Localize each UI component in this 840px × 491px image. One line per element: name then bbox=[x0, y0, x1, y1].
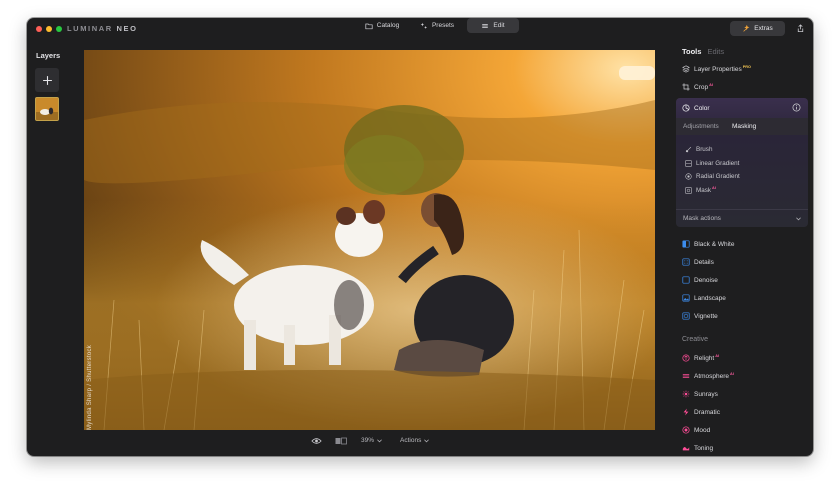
creative-section-label: Creative bbox=[682, 336, 709, 343]
minimize-window-button[interactable] bbox=[46, 26, 52, 32]
preview-toggle-button[interactable] bbox=[311, 437, 322, 445]
zoom-dropdown[interactable]: 39% bbox=[361, 437, 382, 444]
split-view-icon bbox=[335, 437, 347, 445]
color-subtabs: Adjustments Masking bbox=[676, 118, 808, 135]
layer-thumbnail-image bbox=[36, 98, 58, 120]
mask-linear-gradient[interactable]: Linear Gradient bbox=[685, 158, 739, 169]
photo-credit: Mylinda Sharp / Shutterstock bbox=[87, 344, 93, 430]
mood-icon bbox=[682, 426, 690, 434]
vignette-icon bbox=[682, 312, 690, 320]
layer-thumbnail[interactable] bbox=[35, 97, 59, 121]
toning-icon bbox=[682, 446, 690, 451]
chevron-down-icon bbox=[377, 438, 382, 442]
tool-crop[interactable]: CropAI bbox=[682, 81, 713, 93]
mask-icon bbox=[685, 187, 692, 194]
photo-canvas[interactable]: Mylinda Sharp / Shutterstock bbox=[84, 50, 655, 430]
subtab-masking[interactable]: Masking bbox=[732, 123, 756, 130]
brush-icon bbox=[685, 146, 692, 153]
atmosphere-icon bbox=[682, 374, 690, 378]
chevron-down-icon bbox=[424, 438, 430, 442]
sliders-icon bbox=[482, 23, 489, 28]
tool-landscape[interactable]: Landscape bbox=[682, 292, 726, 304]
mask-actions-dropdown[interactable]: Mask actions bbox=[676, 209, 808, 227]
add-layer-button[interactable] bbox=[35, 68, 59, 92]
share-button[interactable] bbox=[794, 22, 806, 34]
plus-icon bbox=[42, 75, 52, 85]
tab-edits[interactable]: Edits bbox=[707, 47, 724, 56]
app-window: LUMINAR NEO Catalog Presets Edit Extras … bbox=[27, 18, 813, 456]
share-icon bbox=[797, 23, 803, 32]
radial-gradient-icon bbox=[685, 173, 692, 180]
black-white-icon bbox=[682, 240, 690, 248]
dramatic-icon bbox=[683, 408, 689, 416]
denoise-icon bbox=[682, 276, 690, 284]
tab-presets[interactable]: Presets bbox=[415, 18, 459, 33]
canvas-toolbar: 39% Actions bbox=[84, 434, 655, 450]
extras-icon bbox=[743, 24, 750, 32]
tool-black-white[interactable]: Black & White bbox=[682, 238, 734, 250]
chevron-down-icon bbox=[796, 216, 801, 220]
tool-vignette[interactable]: Vignette bbox=[682, 310, 718, 322]
subtab-adjustments[interactable]: Adjustments bbox=[683, 123, 719, 130]
title-bar: LUMINAR NEO Catalog Presets Edit Extras bbox=[27, 18, 813, 40]
tool-details[interactable]: Details bbox=[682, 256, 714, 268]
tab-catalog[interactable]: Catalog bbox=[360, 18, 404, 33]
tool-sunrays[interactable]: Sunrays bbox=[682, 388, 718, 400]
tab-edit[interactable]: Edit bbox=[467, 18, 519, 33]
color-icon bbox=[682, 104, 690, 112]
mask-brush[interactable]: Brush bbox=[685, 144, 712, 155]
tool-atmosphere[interactable]: AtmosphereAI bbox=[682, 370, 734, 382]
tool-toning[interactable]: Toning bbox=[682, 442, 713, 454]
layers-title: Layers bbox=[36, 51, 61, 60]
zoom-window-button[interactable] bbox=[56, 26, 62, 32]
info-icon[interactable] bbox=[792, 103, 801, 112]
color-tool-header[interactable]: Color bbox=[682, 102, 710, 114]
folder-icon bbox=[365, 23, 373, 29]
compare-view-button[interactable] bbox=[335, 437, 347, 445]
tab-tools[interactable]: Tools bbox=[682, 47, 701, 56]
landscape-icon bbox=[682, 294, 690, 302]
mask-radial-gradient[interactable]: Radial Gradient bbox=[685, 171, 740, 182]
photo-image bbox=[84, 50, 655, 430]
app-logo: LUMINAR NEO bbox=[67, 24, 138, 33]
close-window-button[interactable] bbox=[36, 26, 42, 32]
tool-layer-properties[interactable]: Layer PropertiesPRO bbox=[682, 63, 751, 75]
tools-tabs: Tools Edits bbox=[682, 47, 724, 56]
tool-denoise[interactable]: Denoise bbox=[682, 274, 718, 286]
eye-icon bbox=[311, 438, 322, 444]
tool-mood[interactable]: Mood bbox=[682, 424, 710, 436]
sunrays-icon bbox=[682, 390, 690, 398]
tool-dramatic[interactable]: Dramatic bbox=[682, 406, 720, 418]
tool-relight[interactable]: RelightAI bbox=[682, 352, 719, 364]
crop-icon bbox=[682, 83, 690, 91]
actions-dropdown[interactable]: Actions bbox=[400, 437, 430, 444]
layers-icon bbox=[682, 65, 690, 73]
color-tool-panel: Color Adjustments Masking Brush Linear G… bbox=[676, 98, 808, 227]
linear-gradient-icon bbox=[685, 160, 692, 167]
extras-button[interactable]: Extras bbox=[730, 21, 785, 36]
details-icon bbox=[682, 258, 690, 266]
sparkle-icon bbox=[420, 22, 428, 29]
mask-ai[interactable]: MaskAI bbox=[685, 185, 716, 196]
relight-icon bbox=[682, 354, 690, 362]
